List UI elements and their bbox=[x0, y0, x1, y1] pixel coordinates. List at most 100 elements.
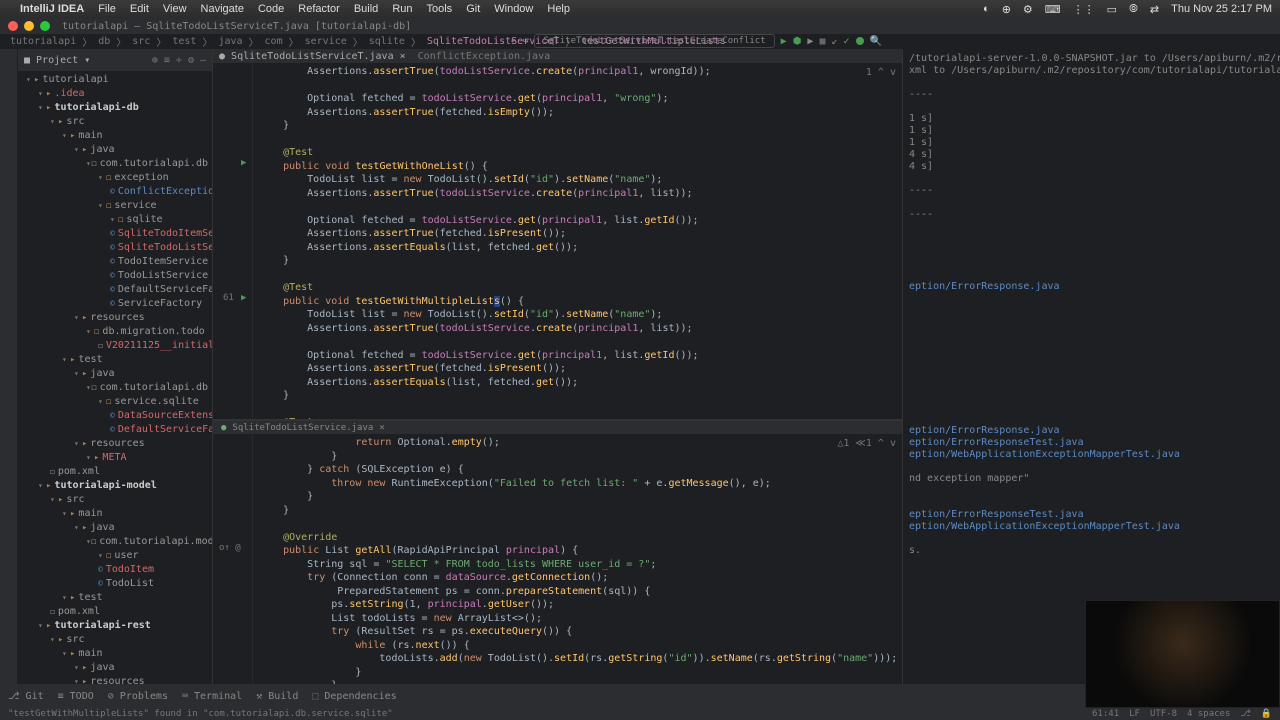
tree-node[interactable]: ▾▸java bbox=[18, 661, 212, 675]
caret-position[interactable]: 61:41 bbox=[1092, 709, 1119, 719]
tree-node[interactable]: ▾▸tutorialapi-db bbox=[18, 101, 212, 115]
code-content-top[interactable]: Assertions.assertTrue(todoListService.cr… bbox=[259, 65, 890, 420]
clock[interactable]: Thu Nov 25 2:17 PM bbox=[1171, 3, 1272, 15]
select-opened-file-icon[interactable]: ⊕ bbox=[152, 55, 158, 66]
breadcrumb-item[interactable]: service bbox=[305, 36, 347, 47]
tree-node[interactable]: ▾▸main bbox=[18, 647, 212, 661]
tree-node[interactable]: ▾▸tutorialapi-model bbox=[18, 479, 212, 493]
close-window-button[interactable] bbox=[8, 21, 18, 31]
menu-tools[interactable]: Tools bbox=[427, 3, 453, 15]
tree-node[interactable]: ▾▸test bbox=[18, 591, 212, 605]
forward-icon[interactable]: ↪ bbox=[522, 36, 528, 47]
tree-node[interactable]: ©ConflictException bbox=[18, 185, 212, 199]
build-output-panel[interactable]: /tutorialapi-server-1.0.0-SNAPSHOT.jar t… bbox=[902, 49, 1280, 689]
editor-tab[interactable]: ● SqliteTodoListServiceT.java × bbox=[219, 51, 406, 62]
tray-icon[interactable]: ⌨ bbox=[1045, 3, 1061, 16]
tree-node[interactable]: ©TodoList bbox=[18, 577, 212, 591]
debug-icon[interactable]: ⬢ bbox=[793, 36, 802, 47]
menu-view[interactable]: View bbox=[163, 3, 187, 15]
app-menu[interactable]: IntelliJ IDEA bbox=[20, 3, 84, 15]
split-tab-label[interactable]: SqliteTodoListService.java bbox=[232, 423, 373, 433]
breadcrumb-item[interactable]: tutorialapi bbox=[10, 36, 76, 47]
tree-node[interactable]: ◻pom.xml bbox=[18, 465, 212, 479]
tree-node[interactable]: ▾▸main bbox=[18, 129, 212, 143]
breadcrumb-item[interactable]: test bbox=[172, 36, 196, 47]
project-tree[interactable]: ▾▸tutorialapi▾▸.idea▾▸tutorialapi-db▾▸sr… bbox=[18, 71, 212, 689]
tree-node[interactable]: ▾▸java bbox=[18, 367, 212, 381]
editor-tab[interactable]: ConflictException.java bbox=[418, 51, 550, 62]
tree-node[interactable]: ▾◻sqlite bbox=[18, 213, 212, 227]
tree-node[interactable]: ▾▸tutorialapi-rest bbox=[18, 619, 212, 633]
tree-node[interactable]: ▾◻db.migration.todo bbox=[18, 325, 212, 339]
run-icon[interactable]: ▶ bbox=[781, 36, 787, 47]
indent-info[interactable]: 4 spaces bbox=[1187, 709, 1230, 719]
close-tab-icon[interactable]: × bbox=[379, 423, 384, 433]
tree-node[interactable]: ▾▸src bbox=[18, 493, 212, 507]
tree-node[interactable]: ▾▸tutorialapi bbox=[18, 73, 212, 87]
breadcrumb-item[interactable]: sqlite bbox=[369, 36, 405, 47]
tree-node[interactable]: ©TodoListService bbox=[18, 269, 212, 283]
code-content-bottom[interactable]: return Optional.empty(); } } catch (SQLE… bbox=[259, 436, 890, 689]
tree-node[interactable]: ©TodoItem bbox=[18, 563, 212, 577]
tree-node[interactable]: ▾▸META bbox=[18, 451, 212, 465]
menu-git[interactable]: Git bbox=[466, 3, 480, 15]
override-icon[interactable]: o↑ @ bbox=[219, 542, 241, 556]
build-tab[interactable]: ⚒ Build bbox=[256, 691, 298, 702]
git-push-icon[interactable] bbox=[856, 37, 864, 45]
tree-node[interactable]: ▾◻service.sqlite bbox=[18, 395, 212, 409]
tree-node[interactable]: ◻V20211125__initial_db_schema.sql bbox=[18, 339, 212, 353]
tree-node[interactable]: ©DefaultServiceFactoryIT bbox=[18, 423, 212, 437]
menu-code[interactable]: Code bbox=[258, 3, 284, 15]
run-config-selector[interactable]: SqliteTodoListServiceT.testCreateConflic… bbox=[534, 34, 774, 48]
tree-node[interactable]: ▾◻com.tutorialapi.db bbox=[18, 157, 212, 171]
line-separator[interactable]: LF bbox=[1129, 709, 1140, 719]
tree-node[interactable]: ▾◻com.tutorialapi.db bbox=[18, 381, 212, 395]
hide-icon[interactable]: – bbox=[200, 55, 206, 66]
tree-node[interactable]: ◻pom.xml bbox=[18, 605, 212, 619]
settings-icon[interactable]: ⚙ bbox=[188, 55, 194, 66]
tree-node[interactable]: ▾▸resources bbox=[18, 437, 212, 451]
tree-node[interactable]: ▾◻com.tutorialapi.model bbox=[18, 535, 212, 549]
wifi-icon[interactable]: ⋮⋮ bbox=[1073, 3, 1095, 16]
terminal-tab[interactable]: ⌨ Terminal bbox=[182, 691, 242, 702]
left-tool-gutter[interactable] bbox=[0, 49, 18, 689]
git-tab[interactable]: ⎇ Git bbox=[8, 691, 44, 702]
expand-all-icon[interactable]: ≡ bbox=[164, 55, 170, 66]
tree-node[interactable]: ©DefaultServiceFactory bbox=[18, 283, 212, 297]
battery-icon[interactable]: ▭ bbox=[1107, 3, 1117, 16]
tree-node[interactable]: ▾▸main bbox=[18, 507, 212, 521]
lock-icon[interactable]: 🔒 bbox=[1261, 709, 1272, 719]
editor-pane-bottom[interactable]: △1 ≪1 ^ v o↑ @ return Optional.empty(); … bbox=[213, 434, 902, 689]
run-test-icon[interactable]: ▶ bbox=[241, 157, 246, 171]
menu-file[interactable]: File bbox=[98, 3, 116, 15]
tree-node[interactable]: ▾▸test bbox=[18, 353, 212, 367]
menu-refactor[interactable]: Refactor bbox=[298, 3, 340, 15]
breadcrumb-item[interactable]: com bbox=[265, 36, 283, 47]
back-icon[interactable]: ↶ bbox=[510, 36, 516, 47]
editor-gutter[interactable]: o↑ @ bbox=[213, 434, 253, 689]
dependencies-tab[interactable]: ⬚ Dependencies bbox=[312, 691, 396, 702]
tree-node[interactable]: ▾◻service bbox=[18, 199, 212, 213]
tray-icon[interactable]: ⊕ bbox=[1002, 3, 1011, 16]
menu-navigate[interactable]: Navigate bbox=[201, 3, 244, 15]
tree-node[interactable]: ©ServiceFactory bbox=[18, 297, 212, 311]
breadcrumb-item[interactable]: java bbox=[218, 36, 242, 47]
tree-node[interactable]: ▾▸.idea bbox=[18, 87, 212, 101]
coverage-icon[interactable]: ▶ bbox=[807, 36, 813, 47]
tree-node[interactable]: ▾▸src bbox=[18, 115, 212, 129]
tree-node[interactable]: ▾◻user bbox=[18, 549, 212, 563]
tree-node[interactable]: ▾▸resources bbox=[18, 311, 212, 325]
minimize-window-button[interactable] bbox=[24, 21, 34, 31]
run-test-icon[interactable]: ▶ bbox=[241, 292, 246, 306]
control-center-icon[interactable]: ⇄ bbox=[1150, 3, 1159, 16]
editor-pane-top[interactable]: 1 ^ v ▶ 61 ▶ Assertions.assertTrue(todoL… bbox=[213, 63, 902, 420]
problems-tab[interactable]: ⊘ Problems bbox=[108, 691, 168, 702]
menu-edit[interactable]: Edit bbox=[130, 3, 149, 15]
tree-node[interactable]: ▾◻exception bbox=[18, 171, 212, 185]
menu-build[interactable]: Build bbox=[354, 3, 378, 15]
stop-icon[interactable]: ■ bbox=[819, 36, 825, 47]
breadcrumb-item[interactable]: db bbox=[98, 36, 110, 47]
tree-node[interactable]: ▾▸java bbox=[18, 521, 212, 535]
project-label[interactable]: ■ Project ▾ bbox=[24, 55, 90, 66]
breadcrumb-item[interactable]: src bbox=[132, 36, 150, 47]
